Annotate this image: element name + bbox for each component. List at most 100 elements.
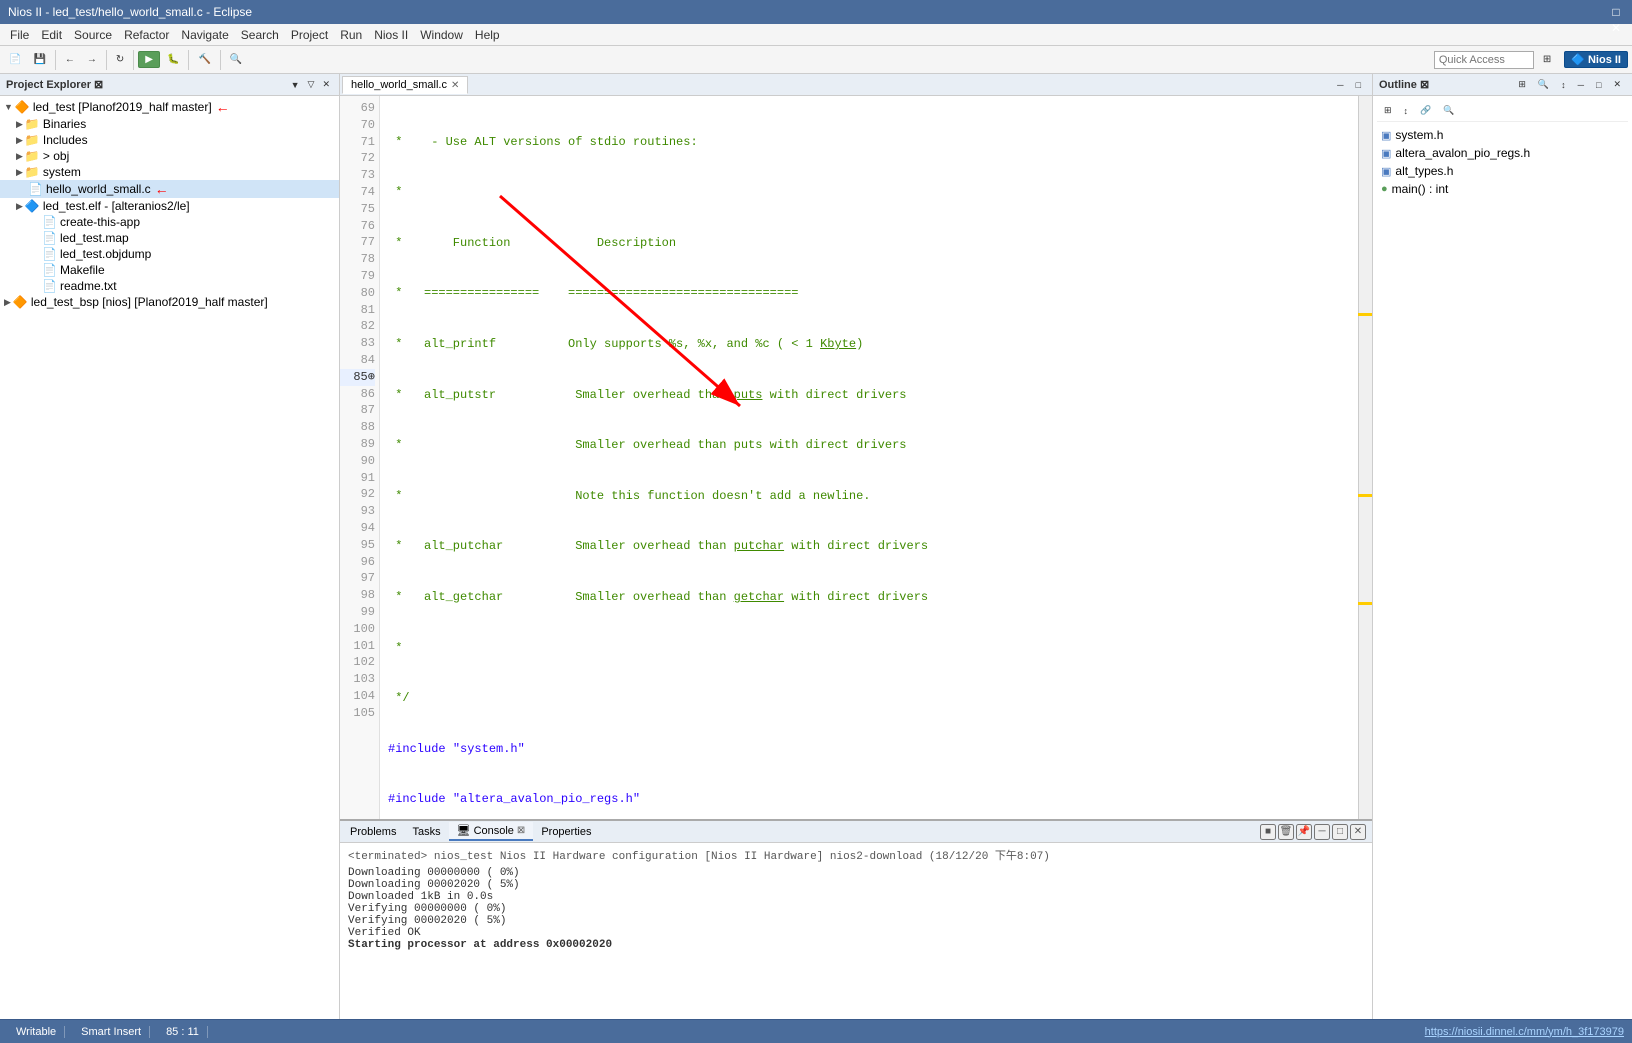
tree-item-objdump[interactable]: 📄 led_test.objdump <box>0 246 339 262</box>
code-content[interactable]: * - Use ALT versions of stdio routines: … <box>380 96 1358 819</box>
tab-console[interactable]: 🖥 Console ⊠ <box>449 822 534 841</box>
code-line-79: * <box>388 640 1350 657</box>
explorer-menu-btn[interactable]: ▽ <box>305 78 318 91</box>
menu-niosii[interactable]: Nios II <box>368 26 414 44</box>
menu-navigate[interactable]: Navigate <box>175 26 234 44</box>
tree-item-hello-world[interactable]: 📄 hello_world_small.c ← <box>0 180 339 198</box>
outline-item-alt-types[interactable]: ▣ alt_types.h <box>1377 162 1628 180</box>
tab-close-console[interactable]: ⊠ <box>517 825 525 836</box>
menu-refactor[interactable]: Refactor <box>118 26 175 44</box>
toolbar-sep-2 <box>106 50 107 70</box>
outline-filter-btn[interactable]: 🔍 <box>1533 76 1554 93</box>
bottom-area: Problems Tasks 🖥 Console ⊠ Properties ■ … <box>340 819 1372 1019</box>
outline-label-alt-types: alt_types.h <box>1395 164 1453 178</box>
tab-label-problems: Problems <box>350 826 396 838</box>
tree-item-readme[interactable]: 📄 readme.txt <box>0 278 339 294</box>
menu-project[interactable]: Project <box>285 26 334 44</box>
search-toolbar-button[interactable]: 🔍 <box>225 51 247 68</box>
tree-item-led-bsp[interactable]: ▶ 🔶 led_test_bsp [nios] [Planof2019_half… <box>0 294 339 310</box>
console-stop-btn[interactable]: ■ <box>1260 824 1276 840</box>
quick-access-input[interactable] <box>1434 51 1534 69</box>
tree-item-makefile[interactable]: 📄 Makefile <box>0 262 339 278</box>
run-button[interactable]: ▶ <box>138 51 160 68</box>
outline-tb-2[interactable]: ↕ <box>1399 102 1414 119</box>
status-bar: Writable Smart Insert 85 : 11 https://ni… <box>0 1019 1632 1043</box>
outline-maximize-btn[interactable]: □ <box>1591 76 1606 93</box>
outline-sort-btn[interactable]: ↕ <box>1556 76 1571 93</box>
menu-edit[interactable]: Edit <box>35 26 68 44</box>
menu-source[interactable]: Source <box>68 26 118 44</box>
outline-item-system[interactable]: ▣ system.h <box>1377 126 1628 144</box>
tree-item-obj[interactable]: ▶ 📁 > obj <box>0 148 339 164</box>
outline-tb-1[interactable]: ⊞ <box>1379 102 1397 119</box>
build-button[interactable]: 🔨 <box>193 51 215 68</box>
tab-tasks[interactable]: Tasks <box>404 824 448 840</box>
tree-label-binaries: Binaries <box>43 117 86 131</box>
outline-collapse-btn[interactable]: ⊞ <box>1513 76 1531 93</box>
outline-toolbar: ⊞ ↕ 🔗 🔍 <box>1377 100 1628 122</box>
menu-window[interactable]: Window <box>414 26 469 44</box>
title-controls: ─ □ ✕ <box>1608 0 1624 36</box>
debug-button[interactable]: 🐛 <box>162 51 184 68</box>
tree-item-led-map[interactable]: 📄 led_test.map <box>0 230 339 246</box>
ln-71: 71 <box>340 134 375 151</box>
outline-minimize-btn[interactable]: ─ <box>1573 76 1589 93</box>
console-clear-btn[interactable]: 🗑 <box>1278 824 1294 840</box>
editor-area: hello_world_small.c ✕ ─ □ 69 70 71 72 73 <box>340 74 1372 819</box>
console-line-8: Starting processor at address 0x00002020 <box>348 939 1364 951</box>
tab-properties[interactable]: Properties <box>533 824 599 840</box>
console-line-7: Verified OK <box>348 927 1364 939</box>
menu-search[interactable]: Search <box>235 26 285 44</box>
explorer-collapse-btn[interactable]: ▼ <box>288 78 303 91</box>
console-pin-btn[interactable]: 📌 <box>1296 824 1312 840</box>
outline-tb-3[interactable]: 🔗 <box>1415 102 1436 119</box>
console-maximize-btn[interactable]: □ <box>1332 824 1348 840</box>
code-line-81: #include "system.h" <box>388 741 1350 758</box>
code-line-71: * Function Description <box>388 235 1350 252</box>
tree-item-system[interactable]: ▶ 📁 system <box>0 164 339 180</box>
editor-tab-hello-world[interactable]: hello_world_small.c ✕ <box>342 76 468 94</box>
menu-help[interactable]: Help <box>469 26 506 44</box>
tree-item-led-test[interactable]: ▼ 🔶 led_test [Planof2019_half master] ← <box>0 98 339 116</box>
ln-101: 101 <box>340 638 375 655</box>
menu-file[interactable]: File <box>4 26 35 44</box>
tab-label-tasks: Tasks <box>412 826 440 838</box>
overview-ruler[interactable] <box>1358 96 1372 819</box>
outline-item-altera[interactable]: ▣ altera_avalon_pio_regs.h <box>1377 144 1628 162</box>
expand-arrow-system: ▶ <box>16 167 23 178</box>
new-button[interactable]: 📄 <box>4 51 26 68</box>
perspective-button[interactable]: ⊞ <box>1538 51 1556 68</box>
red-arrow-1: ← <box>216 99 230 115</box>
nios-button[interactable]: 🔷 Nios II <box>1564 51 1628 68</box>
forward-button[interactable]: → <box>82 51 102 68</box>
console-minimize-btn[interactable]: ─ <box>1314 824 1330 840</box>
tab-problems[interactable]: Problems <box>342 824 404 840</box>
editor-minimize-btn[interactable]: ─ <box>1332 77 1348 93</box>
explorer-close-btn[interactable]: ✕ <box>319 78 333 91</box>
status-link[interactable]: https://niosii.dinnel.c/mm/ym/h_3f173979 <box>1425 1026 1624 1038</box>
outline-tb-4[interactable]: 🔍 <box>1438 102 1459 119</box>
back-button[interactable]: ← <box>60 51 80 68</box>
menu-run[interactable]: Run <box>334 26 368 44</box>
file-icon-makefile: 📄 <box>42 263 57 277</box>
toolbar-sep-4 <box>188 50 189 70</box>
tree-item-create-app[interactable]: 📄 create-this-app <box>0 214 339 230</box>
console-line-5: Verifying 00000000 ( 0%) <box>348 903 1364 915</box>
save-button[interactable]: 💾 <box>28 51 50 68</box>
refresh-button[interactable]: ↻ <box>111 51 129 68</box>
ln-82: 82 <box>340 318 375 335</box>
tree-item-led-elf[interactable]: ▶ 🔷 led_test.elf - [alteranios2/le] <box>0 198 339 214</box>
tab-close-hello[interactable]: ✕ <box>451 80 459 91</box>
outline-item-main[interactable]: ● main() : int <box>1377 180 1628 198</box>
ln-84: 84 <box>340 352 375 369</box>
editor-maximize-btn[interactable]: □ <box>1351 77 1366 93</box>
outline-close-btn[interactable]: ✕ <box>1608 76 1626 93</box>
maximize-button[interactable]: □ <box>1608 4 1624 20</box>
tree-item-binaries[interactable]: ▶ 📁 Binaries <box>0 116 339 132</box>
close-button[interactable]: ✕ <box>1608 20 1624 36</box>
ruler-mark-1 <box>1358 313 1372 316</box>
folder-icon-binaries: 📁 <box>25 117 40 131</box>
ln-91: 91 <box>340 470 375 487</box>
console-close-btn[interactable]: ✕ <box>1350 824 1366 840</box>
tree-item-includes[interactable]: ▶ 📁 Includes <box>0 132 339 148</box>
